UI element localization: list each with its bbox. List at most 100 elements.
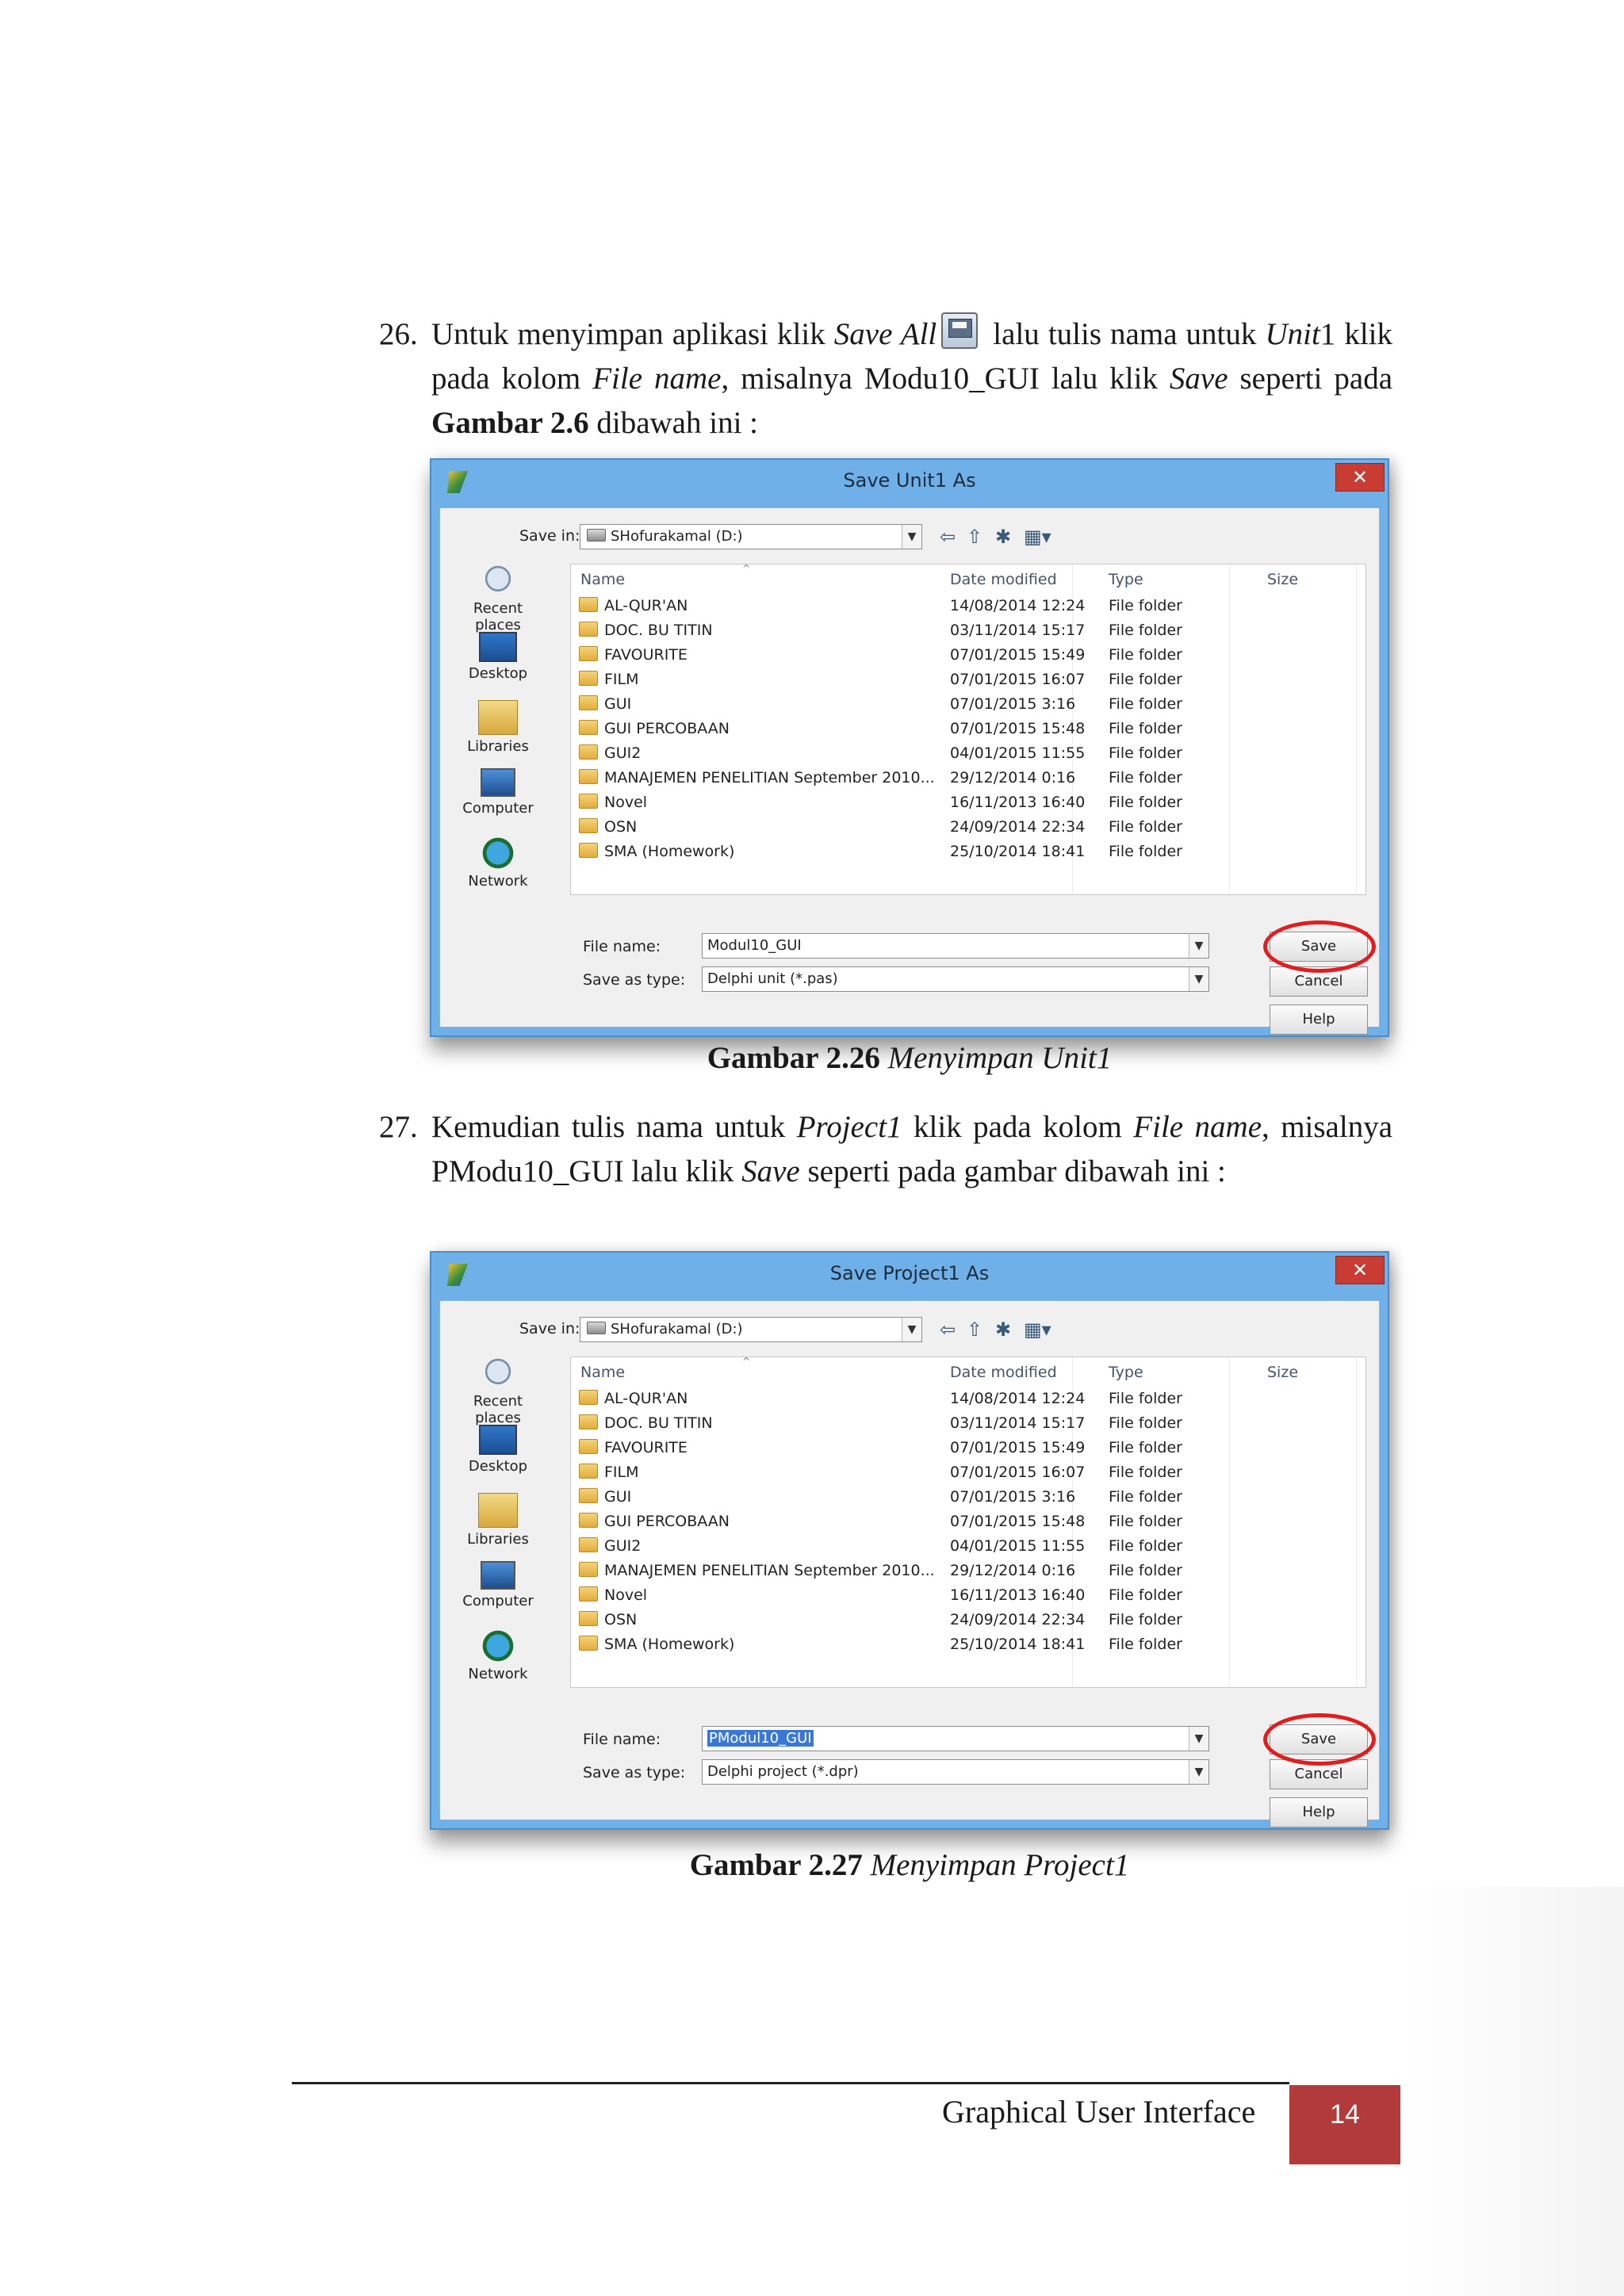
save-as-type-select[interactable]: Delphi unit (*.pas) ▼: [702, 966, 1209, 992]
file-row[interactable]: FAVOURITE 07/01/2015 15:49 File folder: [571, 1437, 1365, 1461]
col-type-header[interactable]: Type: [1109, 1364, 1143, 1381]
place-recent[interactable]: Recent places: [454, 564, 542, 633]
file-date-cell: 07/01/2015 15:48: [950, 720, 1086, 737]
file-row[interactable]: DOC. BU TITIN 03/11/2014 15:17 File folder: [571, 619, 1365, 644]
up-folder-icon[interactable]: ⇧: [967, 526, 982, 548]
chevron-down-icon[interactable]: ▼: [1189, 1760, 1208, 1784]
file-name-cell: FILM: [604, 1464, 639, 1481]
col-size-header[interactable]: Size: [1267, 1364, 1298, 1381]
chevron-down-icon[interactable]: ▼: [902, 525, 921, 549]
file-row[interactable]: DOC. BU TITIN 03/11/2014 15:17 File folder: [571, 1412, 1365, 1437]
file-row[interactable]: GUI PERCOBAAN 07/01/2015 15:48 File folder: [571, 718, 1365, 742]
libraries-icon: [478, 1493, 518, 1528]
chevron-down-icon[interactable]: ▼: [1189, 1727, 1208, 1751]
up-folder-icon[interactable]: ⇧: [967, 1318, 982, 1341]
file-date-cell: 07/01/2015 16:07: [950, 1464, 1086, 1481]
save-in-combo[interactable]: SHofurakamal (D:) ▼: [580, 1317, 922, 1342]
file-date-cell: 16/11/2013 16:40: [950, 794, 1086, 811]
save-as-type-select[interactable]: Delphi project (*.dpr) ▼: [702, 1759, 1209, 1785]
back-arrow-icon[interactable]: ⇦: [940, 526, 956, 548]
file-row[interactable]: GUI2 04/01/2015 11:55 File folder: [571, 1535, 1365, 1559]
col-name-header[interactable]: Name: [580, 1364, 625, 1381]
file-date-cell: 07/01/2015 15:48: [950, 1513, 1086, 1530]
file-name-cell: OSN: [604, 818, 638, 836]
close-button[interactable]: ✕: [1335, 463, 1385, 492]
file-row[interactable]: MANAJEMEN PENELITIAN September 2010... 29…: [571, 767, 1365, 791]
file-type-cell: File folder: [1109, 622, 1182, 639]
file-name-cell: Novel: [604, 794, 648, 811]
new-folder-icon[interactable]: ✱: [995, 1318, 1011, 1341]
drive-icon: [587, 529, 606, 541]
place-desktop[interactable]: Desktop: [454, 632, 542, 700]
file-row[interactable]: AL-QUR'AN 14/08/2014 12:24 File folder: [571, 1387, 1365, 1412]
chevron-down-icon[interactable]: ▼: [1189, 967, 1208, 991]
file-type-cell: File folder: [1109, 1390, 1182, 1407]
close-button[interactable]: ✕: [1335, 1256, 1385, 1284]
places-bar: Recent places Desktop Libraries Computer…: [454, 1357, 542, 1697]
col-date-header[interactable]: Date modified: [950, 571, 1057, 588]
chevron-down-icon[interactable]: ▼: [1189, 934, 1208, 958]
file-row[interactable]: FILM 07/01/2015 16:07 File folder: [571, 1461, 1365, 1486]
file-row[interactable]: FILM 07/01/2015 16:07 File folder: [571, 668, 1365, 693]
place-recent[interactable]: Recent places: [454, 1357, 542, 1426]
step-text: Untuk menyimpan aplikasi klik Save All l…: [431, 312, 1392, 446]
file-type-cell: File folder: [1109, 695, 1182, 713]
file-row[interactable]: MANAJEMEN PENELITIAN September 2010... 29…: [571, 1559, 1365, 1584]
view-menu-icon[interactable]: ▦▾: [1024, 526, 1051, 548]
file-name-input[interactable]: Modul10_GUI ▼: [702, 933, 1209, 959]
file-name-cell: DOC. BU TITIN: [604, 622, 713, 639]
place-network[interactable]: Network: [454, 836, 542, 905]
folder-icon: [579, 1636, 598, 1651]
col-size-header[interactable]: Size: [1267, 571, 1298, 588]
place-computer[interactable]: Computer: [454, 1561, 542, 1629]
place-libraries[interactable]: Libraries: [454, 1493, 542, 1561]
file-name-input[interactable]: PModul10_GUI ▼: [702, 1726, 1209, 1751]
file-row[interactable]: OSN 24/09/2014 22:34 File folder: [571, 1609, 1365, 1633]
file-row[interactable]: AL-QUR'AN 14/08/2014 12:24 File folder: [571, 595, 1365, 619]
view-menu-icon[interactable]: ▦▾: [1024, 1318, 1051, 1341]
save-in-label: Save in:: [519, 1320, 580, 1337]
file-row[interactable]: GUI2 04/01/2015 11:55 File folder: [571, 742, 1365, 767]
file-date-cell: 25/10/2014 18:41: [950, 843, 1086, 860]
file-date-cell: 04/01/2015 11:55: [950, 1537, 1086, 1555]
file-row[interactable]: Novel 16/11/2013 16:40 File folder: [571, 1584, 1365, 1609]
file-name-cell: MANAJEMEN PENELITIAN September 2010...: [604, 1562, 935, 1579]
file-type-cell: File folder: [1109, 794, 1182, 811]
file-row[interactable]: OSN 24/09/2014 22:34 File folder: [571, 816, 1365, 840]
file-date-cell: 24/09/2014 22:34: [950, 1611, 1086, 1628]
network-icon: [479, 836, 517, 870]
chevron-down-icon[interactable]: ▼: [902, 1318, 921, 1341]
file-row[interactable]: FAVOURITE 07/01/2015 15:49 File folder: [571, 644, 1365, 668]
footer-rule: [292, 2082, 1289, 2084]
file-list-header: Name ^ Date modified Type Size: [571, 1356, 1365, 1384]
new-folder-icon[interactable]: ✱: [995, 526, 1011, 548]
help-button[interactable]: Help: [1270, 1797, 1368, 1827]
folder-icon: [579, 1562, 598, 1577]
file-row[interactable]: GUI 07/01/2015 3:16 File folder: [571, 1486, 1365, 1510]
file-row[interactable]: GUI 07/01/2015 3:16 File folder: [571, 693, 1365, 718]
save-in-combo[interactable]: SHofurakamal (D:) ▼: [580, 524, 922, 549]
col-type-header[interactable]: Type: [1109, 571, 1143, 588]
folder-icon: [579, 1513, 598, 1528]
file-type-cell: File folder: [1109, 1513, 1182, 1530]
recent-places-icon: [479, 564, 517, 597]
folder-icon: [579, 769, 598, 784]
file-row[interactable]: Novel 16/11/2013 16:40 File folder: [571, 791, 1365, 816]
file-row[interactable]: SMA (Homework) 25/10/2014 18:41 File folde…: [571, 1633, 1365, 1658]
dialog-titlebar: Save Project1 As ✕: [431, 1253, 1388, 1300]
file-row[interactable]: GUI PERCOBAAN 07/01/2015 15:48 File folder: [571, 1510, 1365, 1535]
folder-icon: [579, 720, 598, 735]
folder-icon: [579, 744, 598, 760]
place-desktop[interactable]: Desktop: [454, 1425, 542, 1493]
help-button[interactable]: Help: [1270, 1004, 1368, 1035]
dialog-client: Save in: SHofurakamal (D:) ▼ ⇦ ⇧ ✱ ▦▾ Re…: [439, 1300, 1380, 1827]
col-name-header[interactable]: Name: [580, 571, 625, 588]
file-row[interactable]: SMA (Homework) 25/10/2014 18:41 File folde…: [571, 840, 1365, 865]
file-date-cell: 25/10/2014 18:41: [950, 1636, 1086, 1653]
place-libraries[interactable]: Libraries: [454, 700, 542, 768]
folder-icon: [579, 646, 598, 661]
place-computer[interactable]: Computer: [454, 768, 542, 836]
place-network[interactable]: Network: [454, 1629, 542, 1697]
back-arrow-icon[interactable]: ⇦: [940, 1318, 956, 1341]
col-date-header[interactable]: Date modified: [950, 1364, 1057, 1381]
